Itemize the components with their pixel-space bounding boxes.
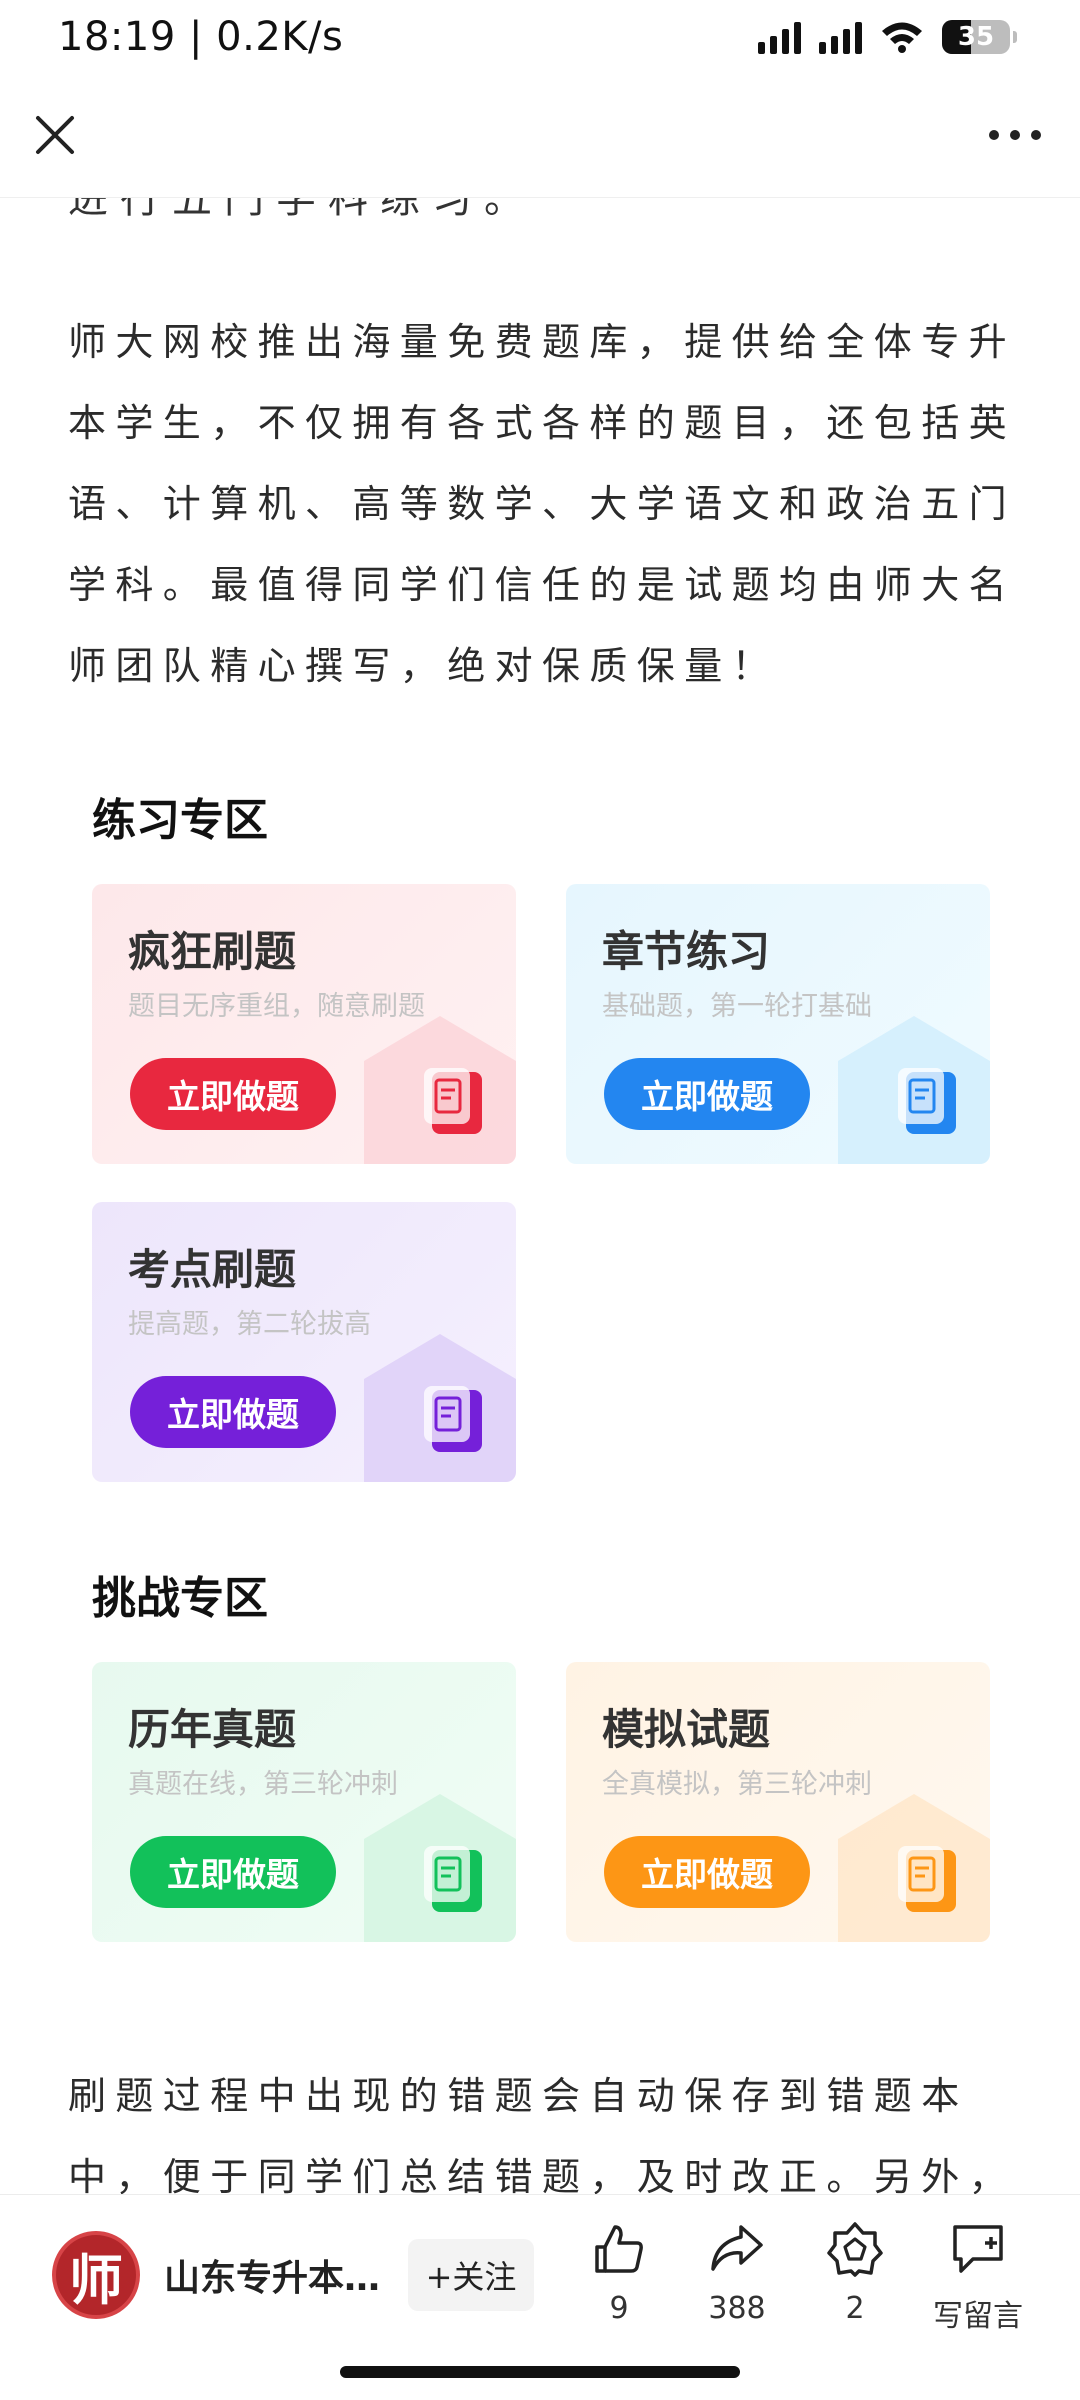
card-title: 疯狂刷题 — [128, 927, 297, 976]
start-practice-button[interactable]: 立即做题 — [604, 1058, 810, 1130]
status-icons: 35 — [758, 20, 1017, 54]
battery-icon: 35 — [942, 20, 1017, 54]
document-icon — [424, 1068, 482, 1134]
bottom-action-bar: 师 山东专升本… +关注 9 388 2 写留言 — [0, 2194, 1080, 2400]
wifi-icon — [882, 22, 922, 53]
card-title: 章节练习 — [602, 927, 771, 976]
start-practice-button[interactable]: 立即做题 — [130, 1836, 336, 1908]
share-icon — [711, 2225, 763, 2271]
avatar[interactable]: 师 — [52, 2231, 140, 2319]
signal-icon — [758, 20, 801, 54]
article-content: 进行五门学科练习。 师大网校推出海量免费题库，提供给全体专升本学生，不仅拥有各式… — [0, 198, 1080, 2194]
card-title: 模拟试题 — [602, 1705, 771, 1754]
start-practice-button[interactable]: 立即做题 — [130, 1058, 336, 1130]
comment-label: 写留言 — [933, 2299, 1023, 2334]
share-count: 388 — [708, 2291, 766, 2326]
like-button[interactable]: 9 — [564, 2221, 674, 2341]
section-title-challenge: 挑战专区 — [92, 1573, 268, 1624]
start-practice-button[interactable]: 立即做题 — [130, 1376, 336, 1448]
recommend-count: 2 — [845, 2291, 865, 2326]
author-name[interactable]: 山东专升本… — [164, 2249, 380, 2301]
card-title: 考点刷题 — [128, 1245, 297, 1294]
card-subtitle: 提高题，第二轮拔高 — [128, 1309, 371, 1340]
thumbs-up-icon — [595, 2225, 643, 2273]
battery-level: 35 — [957, 22, 995, 52]
card-crazy-practice[interactable]: 疯狂刷题 题目无序重组，随意刷题 立即做题 — [92, 884, 516, 1164]
article-paragraph: 师大网校推出海量免费题库，提供给全体专升本学生，不仅拥有各式各样的题目，还包括英… — [68, 320, 1017, 688]
signal-icon — [819, 20, 862, 54]
like-count: 9 — [609, 2291, 629, 2326]
card-title: 历年真题 — [128, 1705, 297, 1754]
comment-button[interactable]: 写留言 — [918, 2221, 1038, 2341]
document-icon — [898, 1846, 956, 1912]
follow-button[interactable]: +关注 — [408, 2239, 534, 2311]
start-practice-button[interactable]: 立即做题 — [604, 1836, 810, 1908]
card-subtitle: 全真模拟，第三轮冲刺 — [602, 1769, 872, 1800]
card-past-exams[interactable]: 历年真题 真题在线，第三轮冲刺 立即做题 — [92, 1662, 516, 1942]
close-icon[interactable] — [30, 110, 80, 160]
more-options-icon[interactable] — [980, 110, 1050, 160]
card-key-points-practice[interactable]: 考点刷题 提高题，第二轮拔高 立即做题 — [92, 1202, 516, 1482]
recommend-button[interactable]: 2 — [800, 2221, 910, 2341]
article-paragraph: 刷题过程中出现的错题会自动保存到错题本中，便于同学们总结错题，及时改正。另外， — [68, 2074, 1017, 2194]
card-subtitle: 基础题，第一轮打基础 — [602, 991, 872, 1022]
card-chapter-practice[interactable]: 章节练习 基础题，第一轮打基础 立即做题 — [566, 884, 990, 1164]
card-subtitle: 真题在线，第三轮冲刺 — [128, 1769, 398, 1800]
status-bar: 18:19 | 0.2K/s 35 — [0, 0, 1080, 80]
status-time: 18:19 | 0.2K/s — [58, 14, 344, 60]
document-icon — [424, 1846, 482, 1912]
share-button[interactable]: 388 — [682, 2221, 792, 2341]
document-icon — [898, 1068, 956, 1134]
article-text-cut: 进行五门学科练习。 — [68, 198, 536, 222]
top-nav — [0, 80, 1080, 198]
card-mock-exams[interactable]: 模拟试题 全真模拟，第三轮冲刺 立即做题 — [566, 1662, 990, 1942]
comment-add-icon — [953, 2225, 1003, 2273]
recommend-icon — [827, 2222, 883, 2277]
document-icon — [424, 1386, 482, 1452]
home-indicator[interactable] — [340, 2366, 740, 2378]
section-title-practice: 练习专区 — [92, 795, 268, 846]
